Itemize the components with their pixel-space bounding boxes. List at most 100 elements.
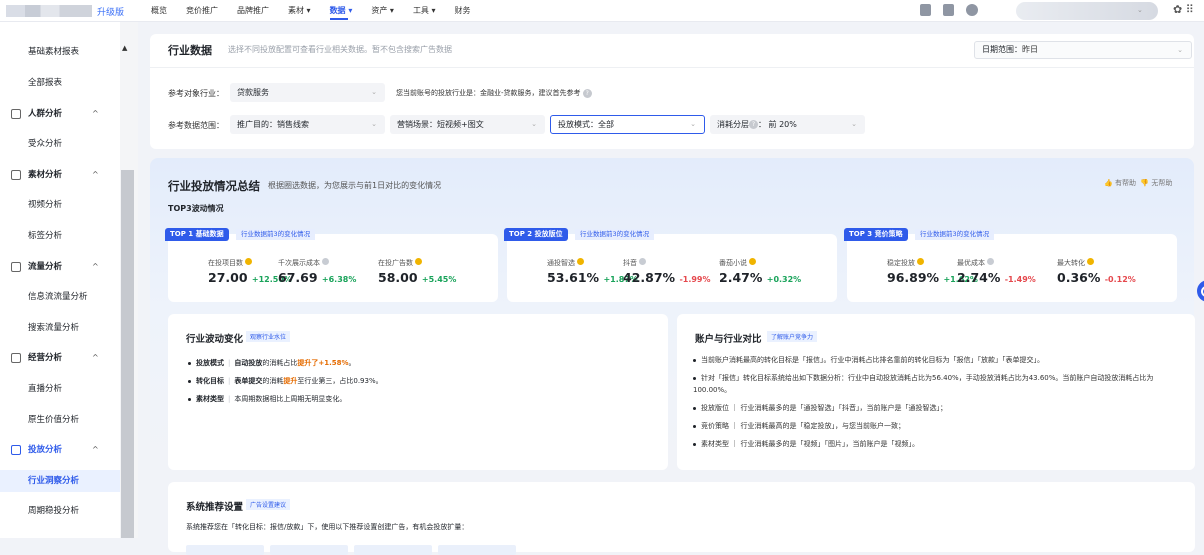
date-range-value: 昨日 [1022,45,1038,54]
scene-label: 营销场景： [397,120,437,129]
sidebar-item[interactable]: 视频分析 [0,194,120,216]
compare-line: 竞价策略 ｜ 行业消耗最高的是「稳定投放」，与您当前账户一致； [693,420,1177,432]
nav-item[interactable]: 财务 [455,0,471,22]
top-card: TOP 2 投放版位 行业数据前3的变化情况 通投智选 53.61% +1.87% 抖… [504,228,837,302]
nav-item[interactable]: 品牌推广 [237,0,269,22]
bullet [693,406,696,410]
document-icon[interactable] [943,4,954,16]
compare-tag[interactable]: 了解账户竞争力 [767,331,818,342]
helpful-button[interactable]: 👍 有帮助 [1104,179,1136,187]
sidebar-item[interactable]: 基础素材报表 [0,41,120,63]
top-card-subtag: 行业数据前3的变化情况 [575,229,655,240]
ref-industry-value: 贷款服务 [237,88,269,97]
sidebar-item[interactable]: 搜索流量分析 [0,317,120,339]
scene-select[interactable]: 营销场景：短视频+图文 ⌄ [390,115,545,134]
nav-item[interactable]: 竞价推广 [186,0,218,22]
metric-label: 稳定投放 [887,259,915,267]
top-header: 升级版 概览 竞价推广 品牌推广 素材 ▾ 数据 ▾ 资产 ▾ 工具 ▾ 财务 ⌄ ✿ ⠿ [0,0,1204,22]
sidebar-item[interactable]: 周期稳投分析 [0,500,120,522]
clipboard-icon[interactable] [920,4,931,16]
metric: 在投广告数 58.00 +5.45% [378,258,456,285]
sidebar-item[interactable]: 信息流流量分析 [0,286,120,308]
nav-item[interactable]: 资产 ▾ [371,0,394,22]
sidebar-group[interactable]: 流量分析 ^ [0,256,120,278]
question-icon[interactable]: ? [582,88,592,98]
chevron-down-icon[interactable]: ⌄ [1137,6,1143,14]
sidebar-item[interactable]: 行业洞察分析 [0,470,120,492]
sidebar-item[interactable]: 原生价值分析 [0,409,120,431]
chevron-up-icon: ^ [92,109,99,118]
flow-icon [11,262,21,272]
date-range-select[interactable]: 日期范围：昨日 ⌄ [974,41,1192,59]
compare-line: 当前账户消耗最高的转化目标是「报信」。行业中消耗占比排名靠前的转化目标为「报信」… [693,354,1177,366]
sidebar-scrollbar-thumb[interactable] [121,170,134,538]
tier-select[interactable]: 消耗分层?： 前 20% ⌄ [710,115,865,134]
recommend-tag[interactable]: 广告设置建议 [246,499,291,510]
chevron-up-icon: ^ [92,262,99,271]
compare-text: 竞价策略 ｜ 行业消耗最高的是「稳定投放」，与您当前账户一致； [701,422,905,430]
sidebar-item[interactable]: 受众分析 [0,133,120,155]
main-nav: 概览 竞价推广 品牌推广 素材 ▾ 数据 ▾ 资产 ▾ 工具 ▾ 财务 [151,0,490,22]
metric: 最大转化 0.36% -0.12% [1057,258,1136,285]
sidebar-item[interactable]: 标签分析 [0,225,120,247]
feedback-buttons: 👍 有帮助 👎 无帮助 [1104,178,1172,188]
sidebar-group[interactable]: 人群分析 ^ [0,103,120,125]
recommend-pill[interactable] [354,545,432,555]
sidebar: 基础素材报表 全部报表人群分析 ^ 受众分析素材分析 ^ 视频分析标签分析流量分析 ^ 信息流… [0,22,138,538]
bullet [188,379,191,383]
recommend-pill[interactable] [438,545,516,555]
settings-icon[interactable]: ✿ ⠿ [1173,3,1194,16]
upgrade-link[interactable]: 升级版 [97,5,124,18]
help-icon[interactable] [966,4,978,16]
metric: 抖音 42.87% -1.99% [623,258,711,285]
chevron-down-icon: ⌄ [371,88,377,96]
compare-text: 当前账户消耗最高的转化目标是「报信」。行业中消耗占比排名靠前的转化目标为「报信」… [701,356,1044,364]
sidebar-group[interactable]: 投放分析 ^ [0,439,120,461]
metric-change: +5.45% [421,275,457,284]
summary-title: 行业投放情况总结 [168,179,260,193]
metric: 千次展示成本 67.69 +6.38% [278,258,356,285]
ref-industry-label: 参考对象行业： [168,89,224,98]
sidebar-item-label: 受众分析 [28,139,63,149]
fluctuation-line: 投放模式 | 自动投放的消耗占比提升了+1.58%。 [188,358,356,368]
metric-label: 抖音 [623,259,637,267]
fluctuation-line: 素材类型 | 本周期数据相比上周期无明显变化。 [188,394,346,404]
unhelpful-button[interactable]: 👎 无帮助 [1140,179,1172,187]
sidebar-item-label: 直播分析 [28,384,63,394]
goal-select[interactable]: 推广目的：销售线索 ⌄ [230,115,385,134]
sidebar-item-label: 经营分析 [28,353,63,363]
sidebar-item[interactable]: 直播分析 [0,378,120,400]
fluctuation-tag[interactable]: 观察行业水位 [246,331,291,342]
summary-subtitle: 根据圈选数据，为您展示与前1日对比的变化情况 [268,181,442,190]
question-icon[interactable]: ? [749,120,758,129]
line-text: 的消耗占比 [262,359,298,367]
compare-text: 投放版位 ｜ 行业消耗最多的是「通投智选」「抖音」，当前账户是「通投智选」； [701,404,947,412]
mode-select[interactable]: 投放模式：全部 ⌄ [550,115,705,134]
line-highlight: 提升 [283,377,298,385]
line-tail: 。 [348,359,356,367]
metric-label: 最大转化 [1057,259,1085,267]
mode-label: 投放模式： [558,120,598,129]
ref-industry-select[interactable]: 贷款服务 ⌄ [230,83,385,102]
metric-value: 67.69 [278,270,318,285]
sidebar-item[interactable]: 全部报表 [0,72,120,94]
star-icon [1087,258,1095,265]
sidebar-group[interactable]: 经营分析 ^ [0,347,120,369]
sidebar-item-label: 行业洞察分析 [28,476,80,486]
floating-assistant-icon[interactable] [1197,280,1204,302]
line-subject: 自动投放 [234,359,263,367]
sidebar-group[interactable]: 素材分析 ^ [0,164,120,186]
nav-item[interactable]: 概览 [151,0,167,22]
bullet [693,358,696,362]
compare-line: 素材类型 ｜ 行业消耗最多的是「视频」「图片」，当前账户是「视频」。 [693,438,1177,450]
page-title: 行业数据 [168,44,212,57]
nav-item[interactable]: 数据 ▾ [329,0,352,22]
nav-item[interactable]: 工具 ▾ [413,0,436,22]
metric-value: 53.61% [547,270,600,285]
sidebar-item-label: 搜索流量分析 [28,323,80,333]
recommend-pill[interactable] [270,545,348,555]
goal-value: 销售线索 [277,120,309,129]
nav-item[interactable]: 素材 ▾ [288,0,311,22]
scroll-up-icon[interactable]: ▲ [122,44,127,52]
recommend-pill[interactable] [186,545,264,555]
